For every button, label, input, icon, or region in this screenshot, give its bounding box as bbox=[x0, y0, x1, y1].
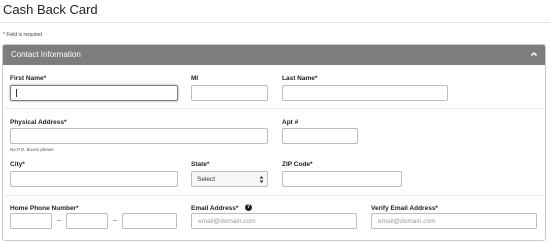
question-circle-icon[interactable]: ? bbox=[245, 204, 252, 211]
verify-email-field[interactable]: email@domain.com bbox=[371, 213, 537, 229]
last-name-field[interactable] bbox=[282, 85, 448, 101]
city-label: City* bbox=[10, 161, 25, 168]
email-label: Email Address* bbox=[191, 205, 239, 212]
select-arrows-icon bbox=[259, 176, 264, 183]
state-select[interactable]: Select bbox=[191, 171, 268, 187]
phone-line-field[interactable] bbox=[122, 213, 177, 229]
chevron-up-icon[interactable] bbox=[530, 50, 538, 58]
phone-prefix-field[interactable] bbox=[66, 213, 108, 229]
physical-address-help: No P.O. Boxes please bbox=[10, 147, 54, 152]
apt-label: Apt # bbox=[282, 119, 299, 126]
verify-email-label: Verify Email Address* bbox=[371, 205, 438, 212]
title-divider bbox=[0, 22, 550, 23]
first-name-field[interactable] bbox=[10, 85, 178, 101]
email-field[interactable]: email@domain.com bbox=[191, 213, 357, 229]
phone-separator: – bbox=[113, 217, 117, 224]
email-placeholder: email@domain.com bbox=[198, 218, 256, 225]
panel-header[interactable]: Contact Information bbox=[3, 45, 545, 65]
home-phone-label: Home Phone Number* bbox=[10, 205, 79, 212]
zip-label: ZIP Code* bbox=[282, 161, 313, 168]
row-divider bbox=[5, 108, 543, 109]
required-note: * Field is required bbox=[3, 32, 42, 38]
row-divider bbox=[5, 195, 543, 196]
page-title: Cash Back Card bbox=[3, 2, 98, 17]
text-caret bbox=[16, 89, 17, 97]
physical-address-label: Physical Address* bbox=[10, 119, 67, 126]
mi-field[interactable] bbox=[191, 85, 268, 101]
state-label: State* bbox=[191, 161, 210, 168]
physical-address-field[interactable] bbox=[10, 128, 268, 144]
first-name-label: First Name* bbox=[10, 75, 47, 82]
phone-separator: – bbox=[57, 217, 61, 224]
state-select-value: Select bbox=[197, 176, 216, 183]
verify-email-placeholder: email@domain.com bbox=[378, 218, 436, 225]
mi-label: MI bbox=[191, 75, 199, 82]
apt-field[interactable] bbox=[282, 128, 358, 144]
panel-title: Contact Information bbox=[11, 50, 81, 59]
city-field[interactable] bbox=[10, 171, 178, 187]
phone-area-code-field[interactable] bbox=[10, 213, 52, 229]
contact-information-panel: Contact Information First Name* MI Last … bbox=[2, 44, 546, 241]
zip-field[interactable] bbox=[282, 171, 402, 187]
last-name-label: Last Name* bbox=[282, 75, 318, 82]
